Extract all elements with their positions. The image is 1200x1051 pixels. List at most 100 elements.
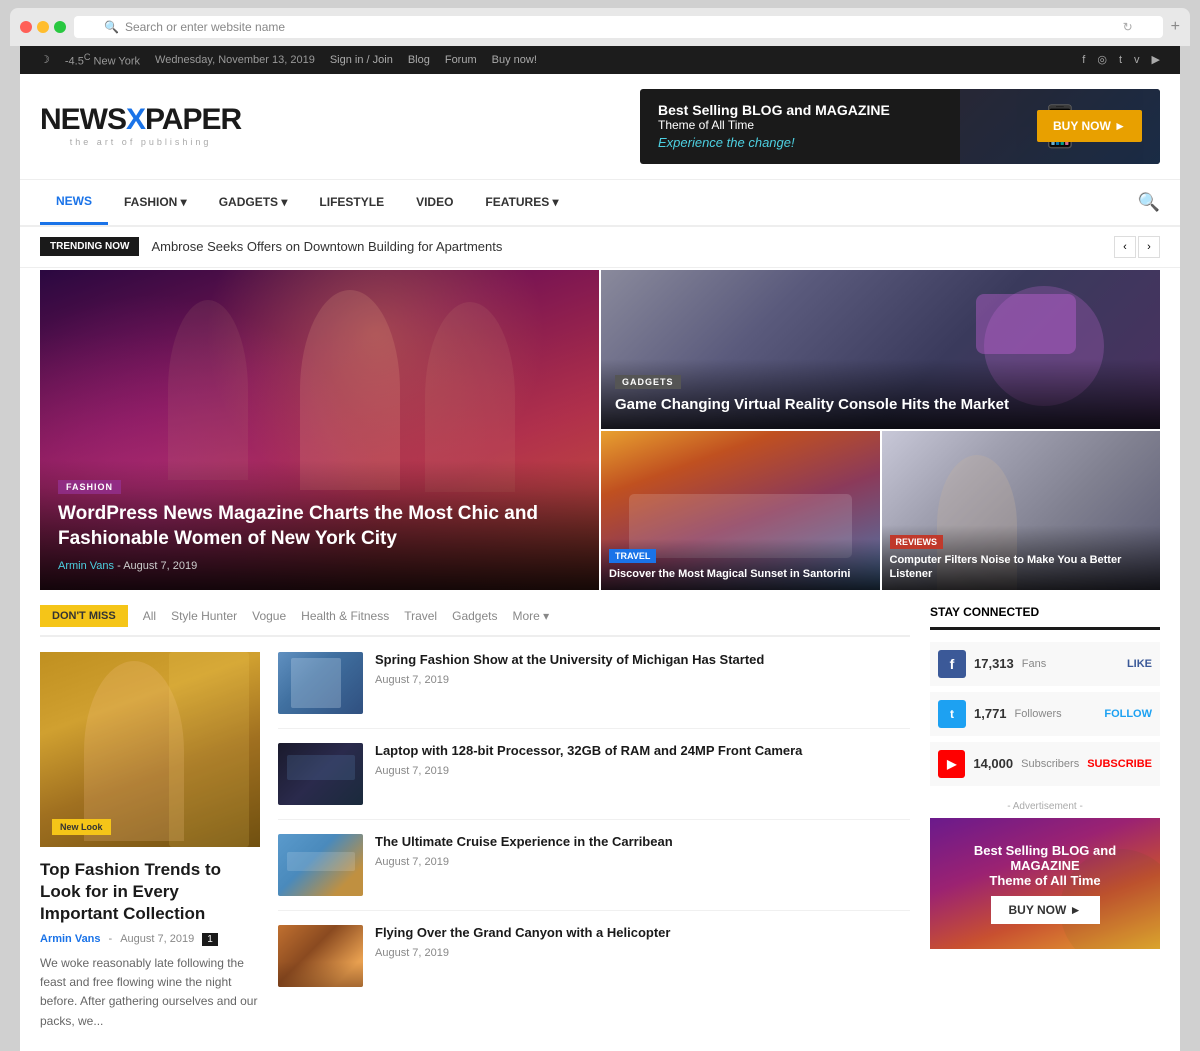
yt-label: Subscribers [1021, 758, 1079, 770]
hero-santorini-title: Discover the Most Magical Sunset in Sant… [609, 567, 872, 581]
minimize-dot[interactable] [37, 21, 49, 33]
tab-more[interactable]: More ▾ [512, 609, 549, 623]
address-text: Search or enter website name [125, 20, 285, 34]
logo-news: NEWS [40, 103, 126, 136]
logo[interactable]: NEWSXPAPER the art of publishing [40, 105, 241, 147]
buynow-link[interactable]: Buy now! [492, 54, 537, 66]
ad-label-text: - Advertisement - [930, 801, 1160, 812]
trending-nav: ‹ › [1114, 236, 1160, 258]
nav-news[interactable]: NEWS [40, 180, 108, 225]
logo-tagline: the art of publishing [40, 137, 241, 147]
featured-article-image[interactable]: New Look [40, 652, 260, 847]
trending-prev[interactable]: ‹ [1114, 236, 1136, 258]
fb-action[interactable]: LIKE [1127, 658, 1152, 670]
nav-video[interactable]: VIDEO [400, 181, 469, 223]
header-ad[interactable]: 📱 Best Selling BLOG and MAGAZINE Theme o… [640, 89, 1160, 164]
sidebar-ad-title1: Best Selling BLOG and MAGAZINE [948, 843, 1142, 873]
main-content: DON'T MISS All Style Hunter Vogue Health… [20, 605, 1180, 1051]
ad-tagline: Experience the change! [658, 135, 890, 150]
facebook-icon[interactable]: f [1082, 54, 1085, 66]
stay-connected-title: STAY CONNECTED [930, 605, 1160, 630]
fb-count: 17,313 [974, 656, 1014, 671]
ad-buy-button[interactable]: BUY NOW ► [1037, 110, 1142, 142]
instagram-icon[interactable]: ◎ [1097, 53, 1107, 66]
list-item[interactable]: The Ultimate Cruise Experience in the Ca… [278, 834, 910, 911]
list-item[interactable]: Flying Over the Grand Canyon with a Heli… [278, 925, 910, 987]
article-date: August 7, 2019 [375, 765, 802, 777]
list-item[interactable]: Spring Fashion Show at the University of… [278, 652, 910, 729]
hero-santorini[interactable]: TRAVEL Discover the Most Magical Sunset … [601, 431, 880, 590]
nav-lifestyle[interactable]: LIFESTYLE [303, 181, 400, 223]
social-twitter-row: t 1,771 Followers FOLLOW [930, 692, 1160, 736]
sidebar-buy-button[interactable]: BUY NOW ► [991, 896, 1100, 924]
tab-health[interactable]: Health & Fitness [301, 609, 389, 623]
hero-main-category: FASHION [58, 480, 121, 494]
ad-title: Best Selling BLOG and MAGAZINE [658, 102, 890, 118]
hero-right: GADGETS Game Changing Virtual Reality Co… [601, 270, 1160, 590]
article-list: Spring Fashion Show at the University of… [278, 652, 910, 1031]
social-youtube-row: ▶ 14,000 Subscribers SUBSCRIBE [930, 742, 1160, 786]
hero-vr-title: Game Changing Virtual Reality Console Hi… [615, 395, 1146, 415]
close-dot[interactable] [20, 21, 32, 33]
tab-all[interactable]: All [143, 609, 156, 623]
featured-author[interactable]: Armin Vans [40, 933, 101, 945]
hero-reviews-category: REVIEWS [890, 535, 944, 549]
hero-main-meta: Armin Vans - August 7, 2019 [58, 560, 581, 572]
navigation: NEWS FASHION ▾ GADGETS ▾ LIFESTYLE VIDEO… [20, 179, 1180, 227]
signin-link[interactable]: Sign in / Join [330, 54, 393, 66]
dont-miss-label: DON'T MISS [40, 605, 128, 627]
forum-link[interactable]: Forum [445, 54, 477, 66]
tab-style-hunter[interactable]: Style Hunter [171, 609, 237, 623]
hero-vr[interactable]: GADGETS Game Changing Virtual Reality Co… [601, 270, 1160, 429]
featured-date: August 7, 2019 [120, 933, 194, 945]
article-title: Laptop with 128-bit Processor, 32GB of R… [375, 743, 802, 760]
tab-travel[interactable]: Travel [404, 609, 437, 623]
nav-gadgets[interactable]: GADGETS ▾ [203, 181, 304, 223]
blog-link[interactable]: Blog [408, 54, 430, 66]
address-bar[interactable]: 🔍 Search or enter website name ↻ [74, 16, 1163, 38]
featured-article-title[interactable]: Top Fashion Trends to Look for in Every … [40, 859, 260, 925]
tab-gadgets[interactable]: Gadgets [452, 609, 497, 623]
nav-features[interactable]: FEATURES ▾ [469, 181, 574, 223]
vimeo-icon[interactable]: v [1134, 54, 1140, 66]
list-item[interactable]: Laptop with 128-bit Processor, 32GB of R… [278, 743, 910, 820]
yt-count: 14,000 [973, 756, 1013, 771]
fb-label: Fans [1022, 658, 1119, 670]
stay-connected: STAY CONNECTED f 17,313 Fans LIKE t 1,77… [930, 605, 1160, 786]
featured-article: New Look Top Fashion Trends to Look for … [40, 652, 260, 1031]
youtube-icon[interactable]: ▶ [1152, 53, 1160, 66]
search-icon[interactable]: 🔍 [1138, 192, 1160, 213]
yt-action[interactable]: SUBSCRIBE [1087, 758, 1152, 770]
hero-reviews[interactable]: REVIEWS Computer Filters Noise to Make Y… [882, 431, 1161, 590]
dont-miss-section: DON'T MISS All Style Hunter Vogue Health… [40, 605, 910, 1031]
hero-reviews-title: Computer Filters Noise to Make You a Bet… [890, 553, 1153, 582]
sidebar: STAY CONNECTED f 17,313 Fans LIKE t 1,77… [930, 605, 1160, 1031]
tab-vogue[interactable]: Vogue [252, 609, 286, 623]
ad-subtitle: Theme of All Time [658, 118, 890, 132]
twitter-icon[interactable]: t [1119, 54, 1122, 66]
tw-action[interactable]: FOLLOW [1104, 708, 1152, 720]
sidebar-ad: - Advertisement - Best Selling BLOG and … [930, 801, 1160, 949]
hero-vr-category: GADGETS [615, 375, 681, 389]
hero-grid: FASHION WordPress News Magazine Charts t… [40, 270, 1160, 590]
tw-label: Followers [1015, 708, 1097, 720]
trending-text[interactable]: Ambrose Seeks Offers on Downtown Buildin… [151, 239, 1102, 254]
logo-paper: PAPER [145, 103, 241, 136]
sidebar-ad-content[interactable]: Best Selling BLOG and MAGAZINE Theme of … [930, 818, 1160, 949]
expand-icon: + [1171, 18, 1180, 36]
youtube-social-icon: ▶ [938, 750, 965, 778]
logo-x: X [126, 103, 145, 136]
temperature: -4.5C New York [65, 52, 140, 68]
trending-bar: TRENDING NOW Ambrose Seeks Offers on Dow… [20, 227, 1180, 268]
hero-main[interactable]: FASHION WordPress News Magazine Charts t… [40, 270, 599, 590]
trending-next[interactable]: › [1138, 236, 1160, 258]
trending-label: TRENDING NOW [40, 237, 139, 256]
hero-main-title: WordPress News Magazine Charts the Most … [58, 502, 581, 551]
date-text: Wednesday, November 13, 2019 [155, 54, 315, 66]
nav-fashion[interactable]: FASHION ▾ [108, 181, 203, 223]
maximize-dot[interactable] [54, 21, 66, 33]
hero-bottom-row: TRAVEL Discover the Most Magical Sunset … [601, 431, 1160, 590]
social-facebook-row: f 17,313 Fans LIKE [930, 642, 1160, 686]
featured-excerpt: We woke reasonably late following the fe… [40, 954, 260, 1031]
header: NEWSXPAPER the art of publishing 📱 Best … [20, 74, 1180, 179]
